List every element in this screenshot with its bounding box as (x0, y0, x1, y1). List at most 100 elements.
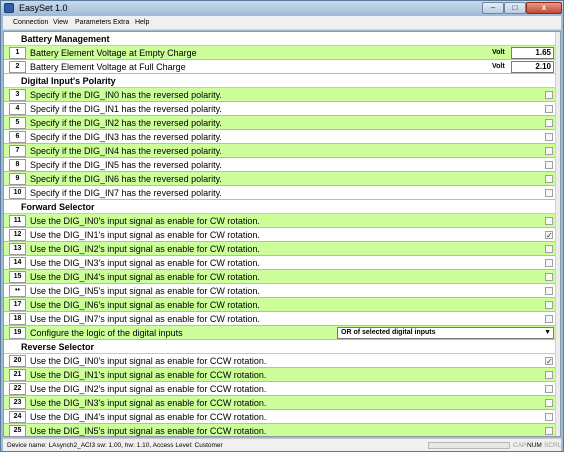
param-row[interactable]: 7 Specify if the DIG_IN4 has the reversed… (4, 144, 560, 158)
param-row[interactable]: 19 Configure the logic of the digital in… (4, 326, 560, 340)
checkbox[interactable] (545, 413, 553, 421)
parameter-list: Battery Management 1 Battery Element Vol… (3, 31, 561, 437)
param-row[interactable]: •• Use the DIG_IN5's input signal as enab… (4, 284, 560, 298)
param-label: Use the DIG_IN1's input signal as enable… (30, 370, 267, 380)
checkbox-checked[interactable]: ✓ (545, 231, 553, 240)
unit-label: Volt (492, 49, 505, 56)
row-number: 18 (9, 313, 26, 325)
row-number: 15 (9, 271, 26, 283)
unit-label: Volt (492, 63, 505, 70)
checkbox[interactable] (545, 217, 553, 225)
param-label: Use the DIG_IN1's input signal as enable… (30, 230, 260, 240)
row-number: 2 (9, 61, 26, 73)
checkbox[interactable] (545, 399, 553, 407)
param-row[interactable]: 15 Use the DIG_IN4's input signal as enab… (4, 270, 560, 284)
checkbox[interactable] (545, 119, 553, 127)
checkbox[interactable] (545, 245, 553, 253)
checkbox[interactable] (545, 259, 553, 267)
checkbox[interactable] (545, 315, 553, 323)
param-row[interactable]: 18 Use the DIG_IN7's input signal as enab… (4, 312, 560, 326)
menu-view[interactable]: View (53, 17, 68, 28)
param-row[interactable]: 12 Use the DIG_IN1's input signal as enab… (4, 228, 560, 242)
checkbox[interactable] (545, 301, 553, 309)
value-field[interactable]: 2.10 (511, 61, 554, 73)
checkbox[interactable] (545, 273, 553, 281)
menu-bar: Connection View Parameters Extra Help (3, 16, 561, 30)
param-row[interactable]: 25 Use the DIG_IN5's input signal as enab… (4, 424, 560, 436)
row-number: 22 (9, 383, 26, 395)
param-row[interactable]: 24 Use the DIG_IN4's input signal as enab… (4, 410, 560, 424)
param-label: Use the DIG_IN7's input signal as enable… (30, 314, 260, 324)
row-number: 13 (9, 243, 26, 255)
row-number: 11 (9, 215, 26, 227)
row-number: 5 (9, 117, 26, 129)
maximize-button[interactable]: □ (504, 2, 526, 14)
param-label: Use the DIG_IN6's input signal as enable… (30, 300, 260, 310)
vertical-scrollbar[interactable] (555, 32, 560, 436)
section-header-digital: Digital Input's Polarity (4, 74, 560, 88)
checkbox[interactable] (545, 189, 553, 197)
checkbox[interactable] (545, 175, 553, 183)
num-indicator: NUM (527, 442, 542, 449)
value-field[interactable]: 1.65 (511, 47, 554, 59)
row-number: 6 (9, 131, 26, 143)
checkbox[interactable] (545, 105, 553, 113)
chevron-down-icon[interactable]: ▼ (544, 328, 551, 338)
checkbox-checked[interactable]: ✓ (545, 357, 553, 366)
param-label: Specify if the DIG_IN4 has the reversed … (30, 146, 222, 156)
row-number: 20 (9, 355, 26, 367)
status-bar: Device name: LAsynch2_ACI3 sw: 1.00, hw:… (3, 438, 561, 451)
row-number: 10 (9, 187, 26, 199)
checkbox[interactable] (545, 287, 553, 295)
menu-parameters[interactable]: Parameters (75, 17, 111, 28)
checkbox[interactable] (545, 161, 553, 169)
section-title: Forward Selector (21, 202, 95, 212)
menu-extra[interactable]: Extra (113, 17, 129, 28)
select-value: OR of selected digital inputs (341, 329, 436, 336)
row-number: •• (9, 285, 26, 297)
param-row[interactable]: 21 Use the DIG_IN1's input signal as enab… (4, 368, 560, 382)
param-row[interactable]: 4 Specify if the DIG_IN1 has the reversed… (4, 102, 560, 116)
progress-bar (428, 442, 510, 449)
param-row[interactable]: 17 Use the DIG_IN6's input signal as enab… (4, 298, 560, 312)
section-title: Reverse Selector (21, 342, 95, 352)
menu-help[interactable]: Help (135, 17, 149, 28)
row-number: 4 (9, 103, 26, 115)
param-label: Use the DIG_IN5's input signal as enable… (30, 426, 267, 436)
param-row[interactable]: 22 Use the DIG_IN2's input signal as enab… (4, 382, 560, 396)
menu-connection[interactable]: Connection (13, 17, 48, 28)
row-number: 3 (9, 89, 26, 101)
param-label: Use the DIG_IN3's input signal as enable… (30, 398, 267, 408)
row-number: 17 (9, 299, 26, 311)
param-row[interactable]: 9 Specify if the DIG_IN6 has the reversed… (4, 172, 560, 186)
param-row[interactable]: 10 Specify if the DIG_IN7 has the reverse… (4, 186, 560, 200)
param-label: Use the DIG_IN3's input signal as enable… (30, 258, 260, 268)
checkbox[interactable] (545, 427, 553, 435)
title-bar[interactable]: EasySet 1.0 – □ x (1, 1, 563, 16)
param-row[interactable]: 5 Specify if the DIG_IN2 has the reversed… (4, 116, 560, 130)
param-row[interactable]: 1 Battery Element Voltage at Empty Charg… (4, 46, 560, 60)
param-row[interactable]: 6 Specify if the DIG_IN3 has the reversed… (4, 130, 560, 144)
param-row[interactable]: 20 Use the DIG_IN0's input signal as enab… (4, 354, 560, 368)
minimize-button[interactable]: – (482, 2, 504, 14)
param-label: Specify if the DIG_IN5 has the reversed … (30, 160, 222, 170)
param-row[interactable]: 11 Use the DIG_IN0's input signal as enab… (4, 214, 560, 228)
param-label: Use the DIG_IN2's input signal as enable… (30, 244, 260, 254)
param-row[interactable]: 8 Specify if the DIG_IN5 has the reversed… (4, 158, 560, 172)
checkbox[interactable] (545, 91, 553, 99)
param-row[interactable]: 23 Use the DIG_IN3's input signal as enab… (4, 396, 560, 410)
param-row[interactable]: 3 Specify if the DIG_IN0 has the reversed… (4, 88, 560, 102)
param-label: Specify if the DIG_IN6 has the reversed … (30, 174, 222, 184)
logic-select[interactable]: OR of selected digital inputs ▼ (337, 327, 554, 339)
param-row[interactable]: 14 Use the DIG_IN3's input signal as enab… (4, 256, 560, 270)
close-button[interactable]: x (526, 2, 562, 14)
row-number: 19 (9, 327, 26, 339)
param-row[interactable]: 13 Use the DIG_IN2's input signal as enab… (4, 242, 560, 256)
row-number: 21 (9, 369, 26, 381)
checkbox[interactable] (545, 133, 553, 141)
checkbox[interactable] (545, 147, 553, 155)
checkbox[interactable] (545, 371, 553, 379)
checkbox[interactable] (545, 385, 553, 393)
param-label: Specify if the DIG_IN3 has the reversed … (30, 132, 222, 142)
param-row[interactable]: 2 Battery Element Voltage at Full Charge… (4, 60, 560, 74)
